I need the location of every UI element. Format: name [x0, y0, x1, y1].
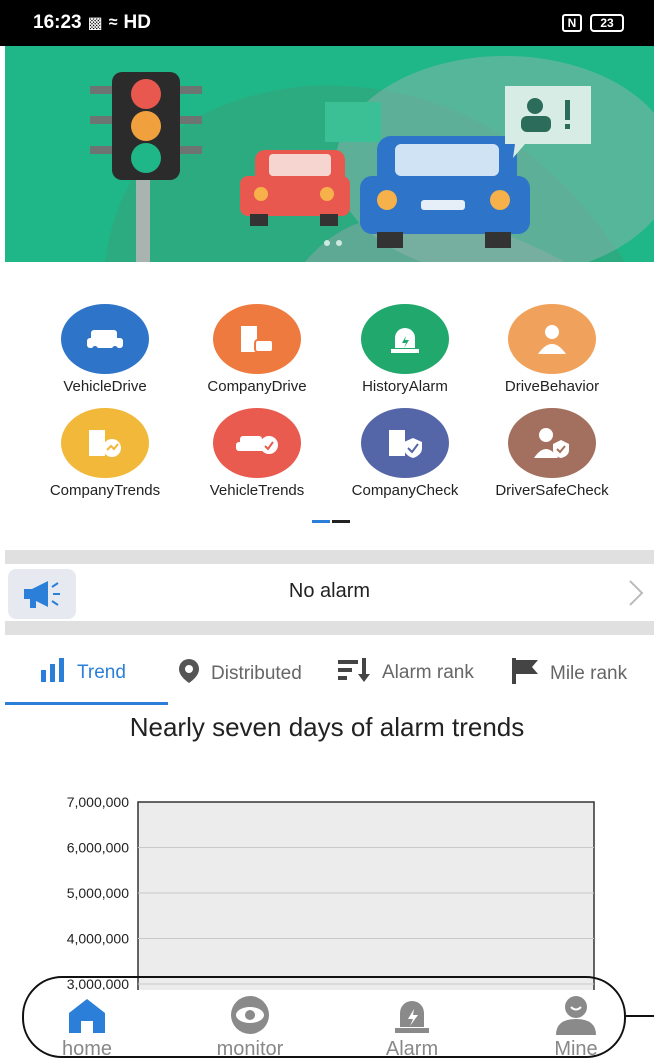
home-icon [22, 994, 152, 1036]
driver-icon [508, 304, 596, 374]
eye-icon [185, 994, 315, 1036]
grid-item-label: CompanyCheck [351, 482, 459, 499]
tab-label: Distributed [211, 663, 302, 684]
chart-title: Nearly seven days of alarm trends [129, 712, 525, 742]
page-dot-active [312, 520, 330, 523]
grid-item-companycheck[interactable]: CompanyCheck [335, 408, 475, 499]
chart-svg: 7,000,0006,000,0005,000,0004,000,0003,00… [67, 794, 595, 990]
location-pin-icon [177, 658, 201, 690]
grid-item-companydrive[interactable]: CompanyDrive [187, 304, 327, 395]
grid-item-driversafecheck[interactable]: DriverSafeCheck [482, 408, 622, 499]
tab-trend[interactable]: Trend [41, 658, 126, 688]
grid-item-vehicletrends[interactable]: VehicleTrends [187, 408, 327, 499]
tab-label: Trend [77, 662, 126, 683]
banner-illustration [90, 56, 654, 262]
grid-item-companytrends[interactable]: CompanyTrends [35, 408, 175, 499]
wifi-icon: ≈ [108, 14, 118, 31]
section-divider [5, 550, 654, 564]
banner-carousel[interactable] [5, 46, 654, 262]
building-trend-icon [61, 408, 149, 478]
chevron-right-icon[interactable] [626, 577, 646, 614]
nav-label: Alarm [385, 1038, 439, 1060]
nfc-icon: N [562, 14, 582, 32]
clock: 16:23 [33, 12, 82, 33]
battery-icon: 23 [590, 14, 624, 32]
flag-icon [512, 658, 540, 690]
nav-label: Mine [554, 1038, 598, 1060]
nav-alarm[interactable]: Alarm [347, 994, 477, 1061]
grid-item-label: CompanyTrends [49, 482, 161, 499]
nav-home[interactable]: home [22, 994, 152, 1061]
bar-chart-icon [41, 658, 67, 688]
bottom-nav-bar: home monitor Alarm Mine [0, 976, 654, 1061]
y-tick-label: 6,000,000 [67, 840, 129, 856]
grid-item-label: VehicleDrive [63, 378, 147, 395]
grid-item-label: DriverSafeCheck [495, 482, 609, 499]
grid-item-drivebehavior[interactable]: DriveBehavior [482, 304, 622, 395]
alarm-trend-chart: 7,000,000 6,000,000 5,000,000 4,000,000 3,00… [0, 780, 654, 990]
carousel-dot[interactable] [324, 240, 330, 246]
grid-item-label: CompanyDrive [207, 378, 307, 395]
nav-mine[interactable]: Mine [511, 994, 641, 1061]
grid-page-indicator [312, 520, 350, 523]
building-car-icon [213, 304, 301, 374]
grid-item-label: DriveBehavior [504, 378, 600, 395]
tab-alarm-rank[interactable]: Alarm rank [338, 658, 474, 688]
section-divider [5, 621, 654, 635]
page-dot [332, 520, 350, 523]
grid-item-historyalarm[interactable]: HistoryAlarm [335, 304, 475, 395]
grid-item-label: VehicleTrends [209, 482, 305, 499]
network-type: HD [123, 12, 151, 33]
signal-icon: ▩ [87, 15, 103, 32]
car-trend-icon [213, 408, 301, 478]
grid-item-vehicledrive[interactable]: VehicleDrive [35, 304, 175, 395]
tab-mile-rank[interactable]: Mile rank [512, 658, 627, 690]
active-tab-indicator [5, 702, 168, 705]
alarm-notice-row[interactable]: No alarm [5, 565, 654, 621]
tab-label: Mile rank [550, 663, 628, 684]
carousel-dots[interactable] [324, 240, 342, 246]
y-tick-label: 5,000,000 [67, 885, 129, 901]
sort-rank-icon [338, 658, 372, 688]
person-shield-icon [508, 408, 596, 478]
alarm-light-icon [347, 994, 477, 1036]
user-icon [511, 994, 641, 1036]
nav-label: home [61, 1038, 113, 1060]
car-icon [61, 304, 149, 374]
alarm-status-text: No alarm [288, 580, 371, 602]
plot-area [137, 801, 595, 990]
alarm-light-icon [361, 304, 449, 374]
nav-label: monitor [216, 1038, 284, 1060]
nav-monitor[interactable]: monitor [185, 994, 315, 1061]
grid-item-label: HistoryAlarm [362, 378, 448, 395]
stats-tab-bar: Trend Distributed Alarm rank Mile rank [5, 650, 654, 706]
tab-label: Alarm rank [382, 662, 474, 683]
tab-distributed[interactable]: Distributed [177, 658, 302, 690]
y-tick-label: 7,000,000 [67, 794, 129, 810]
status-bar: 16:23 ▩ ≈ HD N 23 [0, 0, 654, 46]
building-shield-icon [361, 408, 449, 478]
carousel-dot[interactable] [336, 240, 342, 246]
y-tick-label: 4,000,000 [67, 931, 129, 947]
